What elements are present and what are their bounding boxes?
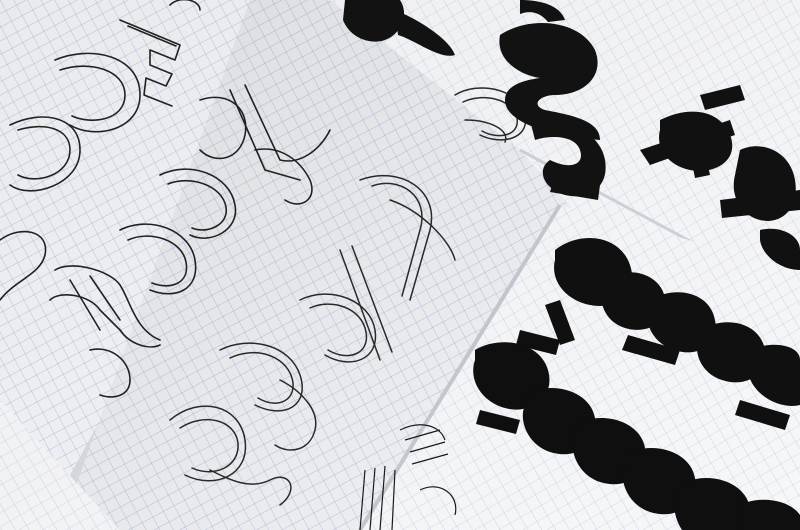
- lighting-vignette: [0, 0, 800, 530]
- photo-scene: [0, 0, 800, 530]
- sketch-photo: [0, 0, 800, 530]
